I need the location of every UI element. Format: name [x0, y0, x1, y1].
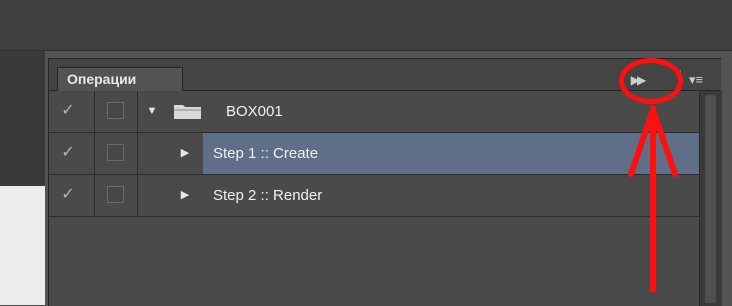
dialog-toggle-box[interactable]	[107, 102, 124, 119]
folder-icon	[174, 105, 201, 119]
column-divider	[137, 91, 138, 132]
column-divider	[137, 175, 138, 216]
actions-list: ✓ ▼ BOX001 ✓ ▶ Step 1 :: Create ✓ ▶ Step…	[49, 91, 699, 217]
action-label: Step 2 :: Render	[213, 187, 323, 204]
action-row[interactable]: ✓ ▶ Step 2 :: Render	[49, 175, 699, 217]
left-workspace	[0, 51, 45, 186]
column-divider	[94, 91, 95, 132]
annotation-arrow-icon	[628, 105, 678, 292]
column-divider	[137, 133, 138, 174]
scrollbar-thumb[interactable]	[705, 95, 716, 303]
column-divider	[94, 133, 95, 174]
check-icon[interactable]: ✓	[59, 185, 77, 205]
tab-actions[interactable]: Операции	[57, 67, 183, 91]
action-set-label: BOX001	[226, 103, 283, 120]
panel-menu-button[interactable]: ▾≡	[689, 71, 717, 89]
check-icon[interactable]: ✓	[59, 101, 77, 121]
action-row[interactable]: ✓ ▶ Step 1 :: Create	[49, 133, 699, 175]
collapsed-triangle-icon[interactable]: ▶	[177, 187, 193, 203]
application-toolbar	[0, 0, 732, 51]
annotation-circle	[619, 58, 683, 104]
panel-menu-icon: ▾≡	[689, 72, 704, 87]
action-label: Step 1 :: Create	[213, 145, 319, 162]
document-canvas	[0, 186, 45, 305]
action-set-row[interactable]: ✓ ▼ BOX001	[49, 91, 699, 133]
list-empty-area	[49, 217, 699, 306]
check-icon[interactable]: ✓	[59, 143, 77, 163]
dialog-toggle-box[interactable]	[107, 186, 124, 203]
dialog-toggle-box[interactable]	[107, 144, 124, 161]
column-divider	[94, 175, 95, 216]
collapsed-triangle-icon[interactable]: ▶	[177, 145, 193, 161]
actions-panel: Операции ▶ ▶ ▾≡ ✓ ▼ BOX001 ✓ ▶ Step 1:: …	[48, 58, 722, 306]
expanded-triangle-icon[interactable]: ▼	[144, 103, 160, 119]
